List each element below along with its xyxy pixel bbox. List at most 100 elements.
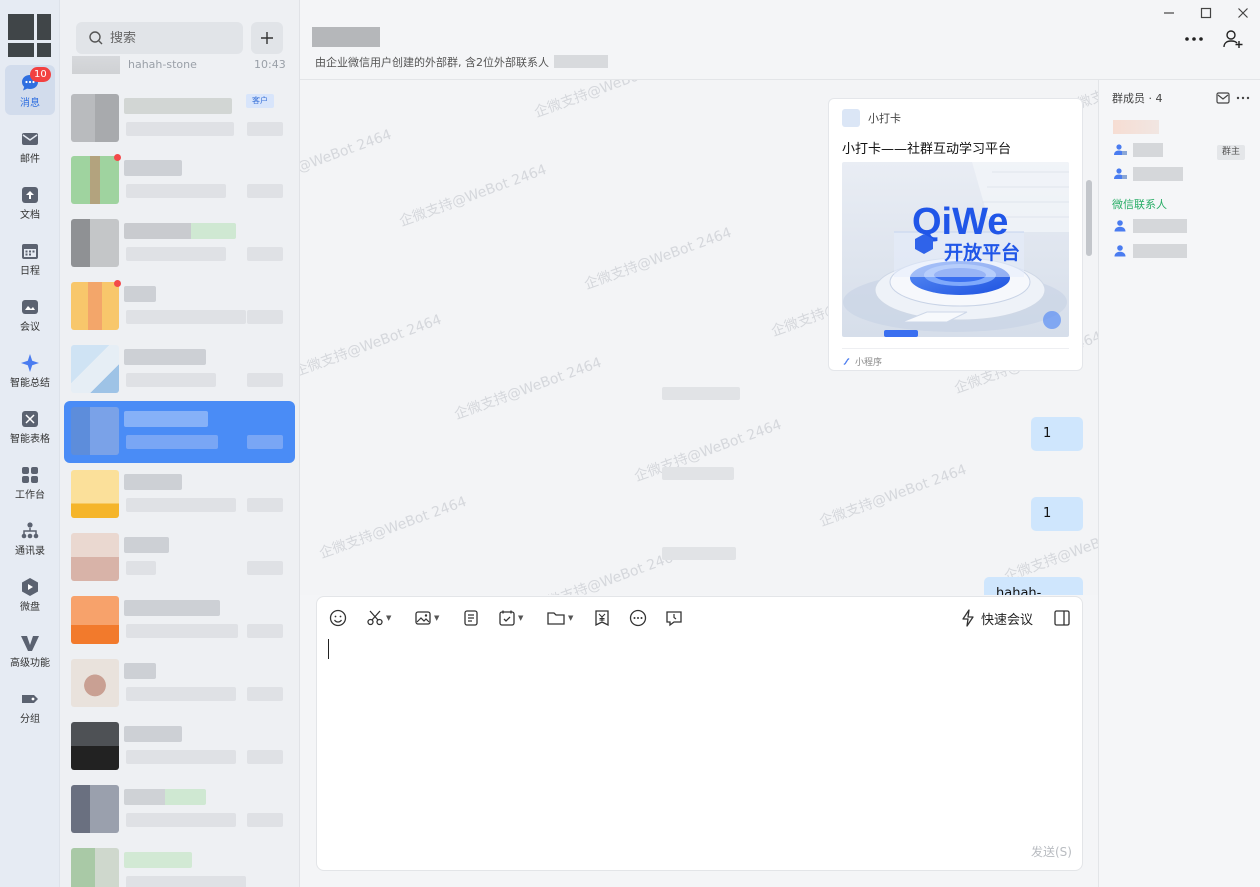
list-item[interactable]: 客户 <box>64 88 295 150</box>
message-bubble[interactable]: hahah-stone <box>984 577 1083 595</box>
list-item[interactable] <box>64 653 295 715</box>
rail-label: 邮件 <box>20 153 40 165</box>
watermark: 企微支持@WeBot 2464 <box>300 126 394 196</box>
image-button[interactable]: ▼ <box>414 607 439 629</box>
chat-title <box>312 27 380 47</box>
schedule-button[interactable]: ▼ <box>498 607 523 629</box>
avatar[interactable] <box>8 14 51 57</box>
avatar <box>71 407 119 455</box>
session-list: hahah-stone 10:43 客户 <box>60 0 300 887</box>
maximize-icon <box>1200 7 1212 19</box>
member-item[interactable] <box>1113 217 1187 235</box>
note-button[interactable] <box>462 607 480 629</box>
rail-label: 高级功能 <box>10 657 50 669</box>
payment-button[interactable] <box>593 607 611 629</box>
watermark: 企微支持@WeBot 2464 <box>817 461 969 531</box>
list-item-selected[interactable] <box>64 401 295 463</box>
card-illustration: QiWe 开放平台 <box>842 162 1069 337</box>
add-button[interactable] <box>251 22 283 54</box>
rail-item-workbench[interactable]: 工作台 <box>5 457 55 507</box>
chat-history-button[interactable] <box>665 607 683 629</box>
rail-label: 文档 <box>20 209 40 221</box>
contacts-icon <box>21 521 39 538</box>
list-item[interactable] <box>64 276 295 338</box>
list-item[interactable] <box>64 779 295 841</box>
rail-item-drive[interactable]: 微盘 <box>5 569 55 619</box>
more-button[interactable] <box>1181 26 1207 52</box>
rail-label: 工作台 <box>15 489 45 501</box>
search-icon <box>89 31 103 45</box>
mail-icon[interactable] <box>1215 90 1231 106</box>
close-icon <box>1238 8 1248 18</box>
file-button[interactable]: ▼ <box>546 607 573 629</box>
avatar <box>71 785 119 833</box>
rail-item-contacts[interactable]: 通讯录 <box>5 513 55 563</box>
unread-dot <box>114 154 121 161</box>
session-name: hahah-stone <box>128 58 197 71</box>
list-item[interactable] <box>64 464 295 526</box>
avatar <box>71 156 119 204</box>
rail-item-messages[interactable]: 消息 10 <box>5 65 55 115</box>
card-image: QiWe 开放平台 <box>842 162 1069 337</box>
list-item[interactable] <box>64 590 295 652</box>
dropdown-arrow-icon: ▼ <box>434 614 440 622</box>
rail-item-meeting[interactable]: 会议 <box>5 289 55 339</box>
smart-sheet-icon <box>22 410 38 427</box>
rail-label: 智能表格 <box>10 433 50 445</box>
add-member-icon <box>1223 30 1243 48</box>
more-icon[interactable] <box>1235 90 1251 106</box>
list-item[interactable] <box>64 527 295 589</box>
message-bubble[interactable]: 1 <box>1031 497 1083 531</box>
rail-item-smart-sheet[interactable]: 智能表格 <box>5 401 55 451</box>
plus-icon <box>261 32 273 44</box>
emoji-button[interactable] <box>329 607 347 629</box>
member-item[interactable] <box>1113 165 1183 183</box>
mini-program-card[interactable]: 小打卡 小打卡——社群互动学习平台 QiWe 开放平台 小程序 <box>828 98 1083 371</box>
search-box[interactable] <box>76 22 243 54</box>
close-button[interactable] <box>1232 2 1254 24</box>
rail-label: 分组 <box>20 713 40 725</box>
maximize-button[interactable] <box>1195 2 1217 24</box>
rail-item-groups[interactable]: 分组 <box>5 681 55 731</box>
watermark: 企微支持@WeBot 2464 <box>452 354 604 424</box>
members-panel: 群成员 · 4 群主 微信联系人 <box>1098 80 1260 887</box>
rail-item-advanced[interactable]: 高级功能 <box>5 625 55 675</box>
avatar <box>71 219 119 267</box>
add-member-button[interactable] <box>1220 26 1246 52</box>
member-item[interactable] <box>1113 141 1163 159</box>
list-item[interactable] <box>64 213 295 275</box>
message-editor[interactable]: ▼ ▼ ▼ ▼ 快速会议 发送(S) <box>316 596 1083 871</box>
list-item[interactable] <box>64 150 295 212</box>
scrollbar[interactable] <box>1086 180 1092 256</box>
more-tools-button[interactable] <box>629 607 647 629</box>
avatar <box>71 848 119 887</box>
member-item[interactable] <box>1113 118 1159 136</box>
message-bubble[interactable]: 1 <box>1031 417 1083 451</box>
list-item[interactable] <box>64 339 295 401</box>
screenshot-button[interactable]: ▼ <box>366 607 391 629</box>
rail-item-mail[interactable]: 邮件 <box>5 121 55 171</box>
rail-item-ai-summary[interactable]: 智能总结 <box>5 345 55 395</box>
document-icon <box>22 186 38 203</box>
chat-subtitle: 由企业微信用户创建的外部群, 含2位外部联系人 <box>315 56 549 69</box>
unread-dot <box>114 280 121 287</box>
watermark: 企微支持@WeBot 2464 <box>300 311 444 381</box>
yuan-icon <box>595 610 609 627</box>
expand-panel-button[interactable] <box>1053 607 1071 629</box>
message-area[interactable]: 企微支持@WeBot 2464 企微支持@WeBot 2464 企微支持@WeB… <box>300 80 1098 595</box>
system-message <box>662 547 736 560</box>
member-icon <box>1114 245 1126 257</box>
search-input[interactable] <box>110 30 240 46</box>
rail-item-schedule[interactable]: 日程 <box>5 233 55 283</box>
unread-badge: 10 <box>30 67 51 82</box>
member-icon <box>1114 144 1127 155</box>
send-button[interactable]: 发送(S) <box>1031 843 1072 860</box>
rail-label: 智能总结 <box>10 377 50 389</box>
list-item[interactable]: hahah-stone 10:43 <box>60 56 299 78</box>
rail-item-docs[interactable]: 文档 <box>5 177 55 227</box>
minimize-button[interactable] <box>1158 2 1180 24</box>
quick-meeting-button[interactable]: 快速会议 <box>960 607 1033 629</box>
list-item[interactable] <box>64 842 295 887</box>
member-item[interactable] <box>1113 242 1187 260</box>
list-item[interactable] <box>64 716 295 778</box>
